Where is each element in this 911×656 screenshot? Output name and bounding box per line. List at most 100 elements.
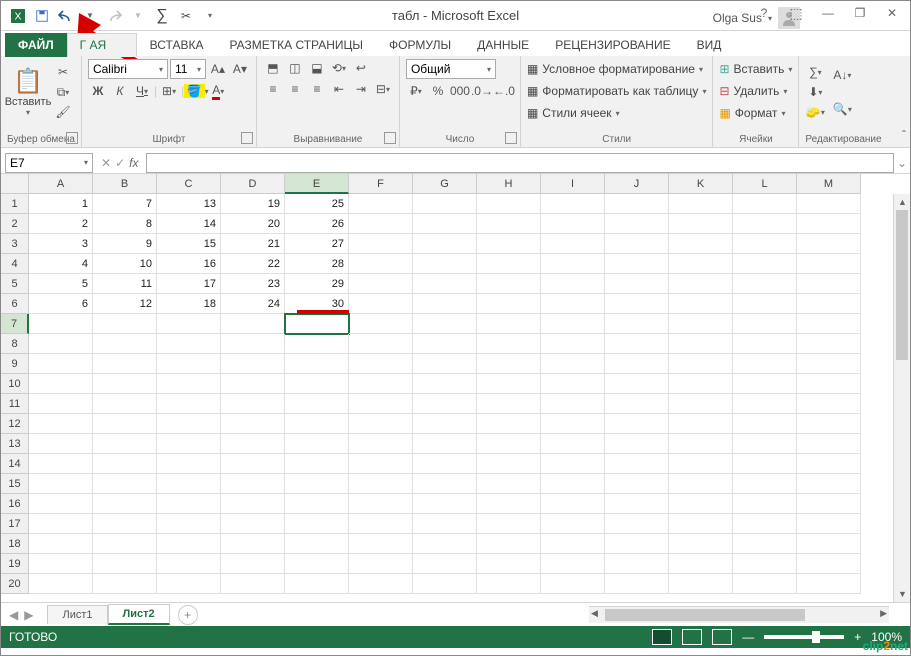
- row-header[interactable]: 4: [1, 254, 29, 274]
- conditional-format-button[interactable]: ▦Условное форматирование▾: [527, 59, 707, 79]
- cell[interactable]: [733, 294, 797, 314]
- cell[interactable]: [93, 454, 157, 474]
- cell[interactable]: [349, 254, 413, 274]
- cell[interactable]: [477, 534, 541, 554]
- decrease-indent-icon[interactable]: ⇤: [329, 80, 349, 98]
- cell[interactable]: [797, 514, 861, 534]
- row-header[interactable]: 10: [1, 374, 29, 394]
- cell[interactable]: 2: [29, 214, 93, 234]
- cell[interactable]: [93, 334, 157, 354]
- sheet-nav-next-icon[interactable]: ▶: [24, 608, 33, 622]
- row-header[interactable]: 6: [1, 294, 29, 314]
- cell[interactable]: [157, 434, 221, 454]
- row-header[interactable]: 17: [1, 514, 29, 534]
- cell[interactable]: [797, 354, 861, 374]
- column-header[interactable]: I: [541, 174, 605, 194]
- cell[interactable]: [797, 314, 861, 334]
- scroll-down-icon[interactable]: ▼: [894, 586, 910, 602]
- cell[interactable]: [29, 474, 93, 494]
- cell[interactable]: [541, 554, 605, 574]
- cell[interactable]: [285, 514, 349, 534]
- cell[interactable]: [797, 454, 861, 474]
- cell[interactable]: [797, 414, 861, 434]
- tab-data[interactable]: ДАННЫЕ: [464, 33, 542, 57]
- cell[interactable]: [541, 294, 605, 314]
- cell[interactable]: [797, 434, 861, 454]
- cell[interactable]: [797, 214, 861, 234]
- cell[interactable]: [93, 574, 157, 594]
- cell[interactable]: [221, 474, 285, 494]
- tab-review[interactable]: РЕЦЕНЗИРОВАНИЕ: [542, 33, 683, 57]
- cell[interactable]: [29, 354, 93, 374]
- column-header[interactable]: M: [797, 174, 861, 194]
- cell[interactable]: 22: [221, 254, 285, 274]
- name-box[interactable]: E7▾: [5, 153, 93, 173]
- sheet-nav-prev-icon[interactable]: ◀: [9, 608, 18, 622]
- column-header[interactable]: E: [285, 174, 349, 194]
- cell-styles-button[interactable]: ▦Стили ячеек▾: [527, 103, 707, 123]
- cell[interactable]: [733, 234, 797, 254]
- font-name-select[interactable]: Calibri▾: [88, 59, 168, 79]
- cell[interactable]: [733, 334, 797, 354]
- column-header[interactable]: C: [157, 174, 221, 194]
- cell[interactable]: [733, 494, 797, 514]
- tab-page-layout[interactable]: РАЗМЕТКА СТРАНИЦЫ: [216, 33, 376, 57]
- cell[interactable]: [669, 434, 733, 454]
- cell[interactable]: [93, 354, 157, 374]
- border-button[interactable]: ⊞▾: [159, 82, 179, 100]
- cell[interactable]: [349, 554, 413, 574]
- cell[interactable]: [669, 574, 733, 594]
- decrease-font-icon[interactable]: A▾: [230, 60, 250, 78]
- cell[interactable]: [477, 514, 541, 534]
- cell[interactable]: [477, 374, 541, 394]
- column-header[interactable]: A: [29, 174, 93, 194]
- cell[interactable]: 12: [93, 294, 157, 314]
- cell[interactable]: [29, 514, 93, 534]
- row-header[interactable]: 7: [1, 314, 29, 334]
- cell[interactable]: [477, 214, 541, 234]
- page-layout-view-icon[interactable]: [682, 629, 702, 645]
- cell[interactable]: 3: [29, 234, 93, 254]
- cell[interactable]: [541, 414, 605, 434]
- row-header[interactable]: 16: [1, 494, 29, 514]
- cell[interactable]: [29, 374, 93, 394]
- tab-formulas[interactable]: ФОРМУЛЫ: [376, 33, 464, 57]
- cut-icon[interactable]: ✂: [175, 5, 197, 27]
- increase-indent-icon[interactable]: ⇥: [351, 80, 371, 98]
- cell[interactable]: [285, 374, 349, 394]
- cell[interactable]: 25: [285, 194, 349, 214]
- ribbon-options-icon[interactable]: ⬚: [782, 3, 810, 23]
- cell[interactable]: [733, 194, 797, 214]
- cell[interactable]: [541, 214, 605, 234]
- cell[interactable]: 7: [93, 194, 157, 214]
- cell[interactable]: [541, 354, 605, 374]
- cell[interactable]: [477, 554, 541, 574]
- cell[interactable]: [349, 334, 413, 354]
- cell[interactable]: [285, 454, 349, 474]
- scroll-thumb[interactable]: [896, 210, 908, 360]
- dialog-launcher-icon[interactable]: [241, 132, 253, 144]
- bold-button[interactable]: Ж: [88, 82, 108, 100]
- cell[interactable]: [733, 274, 797, 294]
- row-header[interactable]: 1: [1, 194, 29, 214]
- minimize-icon[interactable]: —: [814, 3, 842, 23]
- cell[interactable]: [605, 474, 669, 494]
- cell[interactable]: [157, 474, 221, 494]
- cell[interactable]: [349, 534, 413, 554]
- cell[interactable]: [797, 374, 861, 394]
- horizontal-scrollbar[interactable]: ◀ ▶: [589, 606, 889, 623]
- cell[interactable]: [797, 574, 861, 594]
- cell[interactable]: [541, 434, 605, 454]
- cell[interactable]: [477, 494, 541, 514]
- dialog-launcher-icon[interactable]: [505, 132, 517, 144]
- cell[interactable]: [541, 374, 605, 394]
- cell[interactable]: [29, 314, 93, 334]
- cell[interactable]: [733, 214, 797, 234]
- number-format-select[interactable]: Общий▾: [406, 59, 496, 79]
- add-sheet-button[interactable]: +: [178, 605, 198, 625]
- cell[interactable]: [349, 274, 413, 294]
- cell[interactable]: [477, 194, 541, 214]
- cell[interactable]: [797, 254, 861, 274]
- cell[interactable]: [349, 374, 413, 394]
- cell[interactable]: [93, 434, 157, 454]
